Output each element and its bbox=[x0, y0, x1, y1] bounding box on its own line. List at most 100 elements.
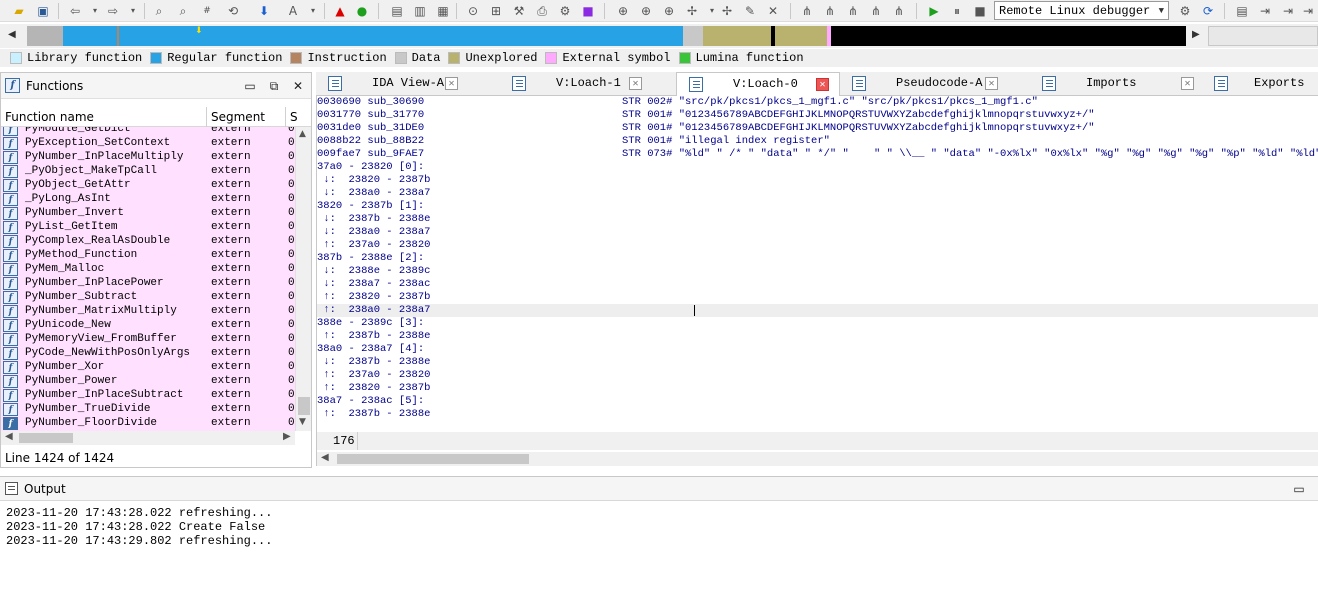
listing-line[interactable]: ↓: 238a0 - 238a7 bbox=[317, 187, 1318, 200]
function-row[interactable]: f PyMemoryView_FromBuffer extern 0 bbox=[1, 333, 295, 347]
listing-line[interactable]: ↓: 2388e - 2389c bbox=[317, 265, 1318, 278]
data-view-icon[interactable]: ▥ bbox=[411, 2, 429, 20]
listing-line[interactable]: ↑: 23820 - 2387b bbox=[317, 291, 1318, 304]
function-row[interactable]: f PyNumber_Power extern 0 bbox=[1, 375, 295, 389]
functions-horizontal-scrollbar[interactable]: ◀ ▶ bbox=[1, 431, 295, 445]
listing-line[interactable]: 387b - 2388e [2]: bbox=[317, 252, 1318, 265]
listing-line[interactable]: 3820 - 2387b [1]: bbox=[317, 200, 1318, 213]
function-row[interactable]: f PyCode_NewWithPosOnlyArgs extern 0 bbox=[1, 347, 295, 361]
scroll-left-icon[interactable]: ◀ bbox=[5, 431, 13, 442]
column-start[interactable]: S bbox=[290, 110, 298, 124]
listing-line[interactable]: 37a0 - 23820 [0]: bbox=[317, 161, 1318, 174]
jump-down-icon[interactable]: ⬇ bbox=[255, 2, 273, 20]
text-search-icon[interactable]: ⌕ bbox=[174, 2, 192, 20]
listing-line[interactable]: ↓: 2387b - 2388e bbox=[317, 356, 1318, 369]
open-folder-icon[interactable]: ▰ bbox=[10, 2, 28, 20]
debugger-options-icon[interactable]: ⚙ bbox=[1176, 2, 1194, 20]
play-icon[interactable]: ▶ bbox=[925, 2, 943, 20]
listing-line[interactable]: ↑: 237a0 - 23820 bbox=[317, 369, 1318, 382]
call-graph-icon[interactable]: ⋔ bbox=[821, 2, 839, 20]
tab-exports[interactable]: Exports bbox=[1202, 72, 1318, 96]
scrollbar-thumb[interactable] bbox=[298, 397, 310, 415]
listing-line[interactable]: ↓: 238a0 - 238a7 bbox=[317, 226, 1318, 239]
tab-v-loach-1[interactable]: V:Loach-1 ✕ bbox=[500, 72, 652, 96]
listing-line[interactable]: 0088b22 sub_88B22 STR 001# "illegal index… bbox=[317, 135, 1318, 148]
nav-scroll-right-icon[interactable]: ▶ bbox=[1192, 29, 1200, 40]
function-row[interactable]: f PyNumber_InPlaceSubtract extern 0 bbox=[1, 389, 295, 403]
function-row[interactable]: f PyNumber_Subtract extern 0 bbox=[1, 291, 295, 305]
step-into-icon[interactable]: ⇥ bbox=[1256, 2, 1274, 20]
close-icon[interactable]: ✕ bbox=[816, 78, 829, 91]
search-next-icon[interactable]: ⟲ bbox=[224, 2, 242, 20]
listing-line[interactable]: 0031de0 sub_31DE0 STR 001# "0123456789ABC… bbox=[317, 122, 1318, 135]
listing-horizontal-scrollbar[interactable]: ◀ bbox=[317, 452, 1318, 466]
tab-pseudocode-a[interactable]: Pseudocode-A ✕ bbox=[840, 72, 1008, 96]
tools-icon[interactable]: ⚒ bbox=[510, 2, 528, 20]
flow-chart-icon[interactable]: ⋔ bbox=[798, 2, 816, 20]
close-icon[interactable]: ✕ bbox=[445, 77, 458, 90]
run-to-cursor-icon[interactable]: ⇥ bbox=[1299, 2, 1317, 20]
listing-line[interactable]: 38a7 - 238ac [5]: bbox=[317, 395, 1318, 408]
back-dropdown-icon[interactable]: ▾ bbox=[86, 2, 104, 20]
column-function-name[interactable]: Function name bbox=[5, 110, 94, 124]
print-icon[interactable]: ⎙ bbox=[533, 2, 551, 20]
loach-view[interactable]: 0030690 sub_30690 STR 002# "src/pk/pkcs1/… bbox=[316, 96, 1318, 466]
nav-zoom-field[interactable] bbox=[1208, 26, 1318, 46]
node-icon[interactable]: ⊞ bbox=[487, 2, 505, 20]
save-icon[interactable]: ▣ bbox=[34, 2, 52, 20]
function-row[interactable]: f PyMem_Malloc extern 0 bbox=[1, 263, 295, 277]
xref-to-icon[interactable]: ⋔ bbox=[844, 2, 862, 20]
green-status-icon[interactable]: ● bbox=[353, 2, 371, 20]
close-icon[interactable]: ✕ bbox=[291, 79, 305, 93]
navigation-band[interactable]: ⬇ bbox=[27, 26, 1186, 46]
listing-line[interactable]: 388e - 2389c [3]: bbox=[317, 317, 1318, 330]
function-row[interactable]: f PyNumber_Invert extern 0 bbox=[1, 207, 295, 221]
maximize-icon[interactable]: ▭ bbox=[1292, 482, 1306, 496]
function-row[interactable]: f PyList_GetItem extern 0 bbox=[1, 221, 295, 235]
step-over-icon[interactable]: ⇥ bbox=[1279, 2, 1297, 20]
listing-line[interactable]: ↓: 23820 - 2387b bbox=[317, 174, 1318, 187]
add-segment-icon[interactable]: ⊕ bbox=[614, 2, 632, 20]
breakpoint-list-icon[interactable]: ▤ bbox=[1233, 2, 1251, 20]
listing-line[interactable]: ↓: 2387b - 2388e bbox=[317, 213, 1318, 226]
function-row[interactable]: f PyNumber_InPlacePower extern 0 bbox=[1, 277, 295, 291]
tab-imports[interactable]: Imports ✕ bbox=[1030, 72, 1204, 96]
patch-icon[interactable]: ✢ bbox=[718, 2, 736, 20]
function-row[interactable]: f PyMethod_Function extern 0 bbox=[1, 249, 295, 263]
user-xref-icon[interactable]: ⋔ bbox=[890, 2, 908, 20]
listing-line[interactable]: ↑: 238a0 - 238a7 bbox=[317, 304, 1318, 317]
listing-line[interactable]: 0031770 sub_31770 STR 001# "0123456789ABC… bbox=[317, 109, 1318, 122]
scrollbar-thumb[interactable] bbox=[337, 454, 529, 464]
function-row[interactable]: f _PyObject_MakeTpCall extern 0 bbox=[1, 165, 295, 179]
function-row[interactable]: f PyNumber_FloorDivide extern 0 bbox=[1, 417, 295, 431]
scroll-down-icon[interactable]: ▼ bbox=[299, 417, 306, 427]
close-icon[interactable]: ✕ bbox=[985, 77, 998, 90]
listing-line[interactable]: ↑: 2387b - 2388e bbox=[317, 408, 1318, 421]
close-icon[interactable]: ✕ bbox=[1181, 77, 1194, 90]
listing-line[interactable]: 0030690 sub_30690 STR 002# "src/pk/pkcs1/… bbox=[317, 96, 1318, 109]
scroll-left-icon[interactable]: ◀ bbox=[321, 452, 329, 463]
immediate-search-icon[interactable]: # bbox=[198, 2, 216, 20]
listing-line[interactable]: 009fae7 sub_9FAE7 STR 073# "%ld" " /* " "… bbox=[317, 148, 1318, 161]
struct-view-icon[interactable]: ▦ bbox=[434, 2, 452, 20]
listing-line[interactable]: ↑: 2387b - 2388e bbox=[317, 330, 1318, 343]
function-row[interactable]: f PyNumber_TrueDivide extern 0 bbox=[1, 403, 295, 417]
nav-scroll-left-icon[interactable]: ◀ bbox=[8, 29, 16, 40]
tab-v-loach-0[interactable]: V:Loach-0 ✕ bbox=[676, 72, 840, 97]
listing-line[interactable]: ↑: 23820 - 2387b bbox=[317, 382, 1318, 395]
column-divider[interactable] bbox=[206, 107, 207, 127]
function-row[interactable]: f _PyLong_AsInt extern 0 bbox=[1, 193, 295, 207]
listing-line[interactable]: ↑: 237a0 - 23820 bbox=[317, 239, 1318, 252]
stop-icon[interactable]: ■ bbox=[971, 2, 989, 20]
color-palette-icon[interactable]: ■ bbox=[579, 2, 597, 20]
attach-process-icon[interactable]: ⟳ bbox=[1199, 2, 1217, 20]
function-row[interactable]: f PyModule_GetDict extern 0 bbox=[1, 127, 295, 137]
function-row[interactable]: f PyNumber_InPlaceMultiply extern 0 bbox=[1, 151, 295, 165]
function-row[interactable]: f PyNumber_MatrixMultiply extern 0 bbox=[1, 305, 295, 319]
restore-icon[interactable]: ⧉ bbox=[267, 79, 281, 94]
tab-ida-view-a[interactable]: IDA View-A ✕ bbox=[316, 72, 468, 96]
scroll-up-icon[interactable]: ▲ bbox=[299, 129, 306, 139]
edit-icon[interactable]: ✎ bbox=[741, 2, 759, 20]
function-row[interactable]: f PyComplex_RealAsDouble extern 0 bbox=[1, 235, 295, 249]
graph-icon[interactable]: ⊙ bbox=[464, 2, 482, 20]
